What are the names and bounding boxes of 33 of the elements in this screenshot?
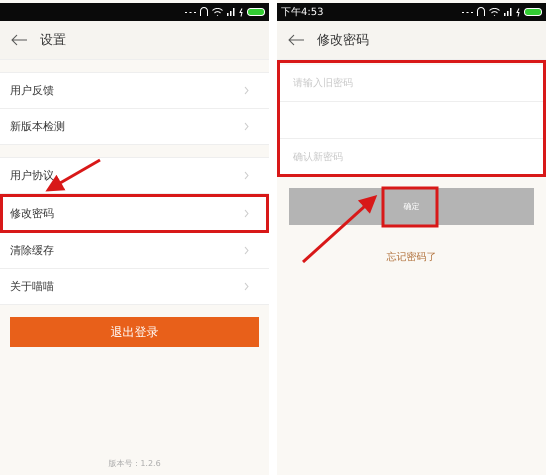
version-text: 版本号：1.2.6 <box>107 458 162 469</box>
screen-title: 修改密码 <box>317 32 369 49</box>
back-arrow-icon[interactable] <box>287 34 305 46</box>
settings-item[interactable]: 关于喵喵 <box>0 269 269 304</box>
settings-item[interactable]: 清除缓存 <box>0 233 269 269</box>
highlight-box <box>382 186 438 228</box>
chevron-icon <box>244 171 249 180</box>
signal-icon <box>227 8 235 16</box>
settings-item[interactable]: 修改密码 <box>0 194 269 233</box>
settings-item[interactable]: 新版本检测 <box>0 109 269 144</box>
battery-icon <box>524 8 542 16</box>
settings-item[interactable]: 用户协议 <box>0 158 269 194</box>
dots-icon <box>185 10 196 14</box>
chevron-icon <box>244 86 249 95</box>
status-time: 下午4:53 <box>281 6 324 19</box>
headphones-icon <box>200 7 208 17</box>
password-field[interactable] <box>277 102 546 139</box>
headphones-icon <box>477 7 485 17</box>
chevron-icon <box>244 246 249 255</box>
forgot-password-link[interactable]: 忘记密码了 <box>380 249 442 265</box>
signal-icon <box>504 8 512 16</box>
chevron-icon <box>244 208 249 218</box>
wifi-icon <box>489 8 500 16</box>
charging-icon <box>516 8 520 16</box>
battery-icon <box>247 8 265 16</box>
dots-icon <box>462 10 473 14</box>
settings-item[interactable]: 用户反馈 <box>0 73 269 109</box>
chevron-icon <box>244 122 249 131</box>
chevron-icon <box>244 282 249 291</box>
charging-icon <box>239 8 243 16</box>
back-arrow-icon[interactable] <box>10 34 28 46</box>
wifi-icon <box>212 8 223 16</box>
screen-title: 设置 <box>40 32 66 49</box>
